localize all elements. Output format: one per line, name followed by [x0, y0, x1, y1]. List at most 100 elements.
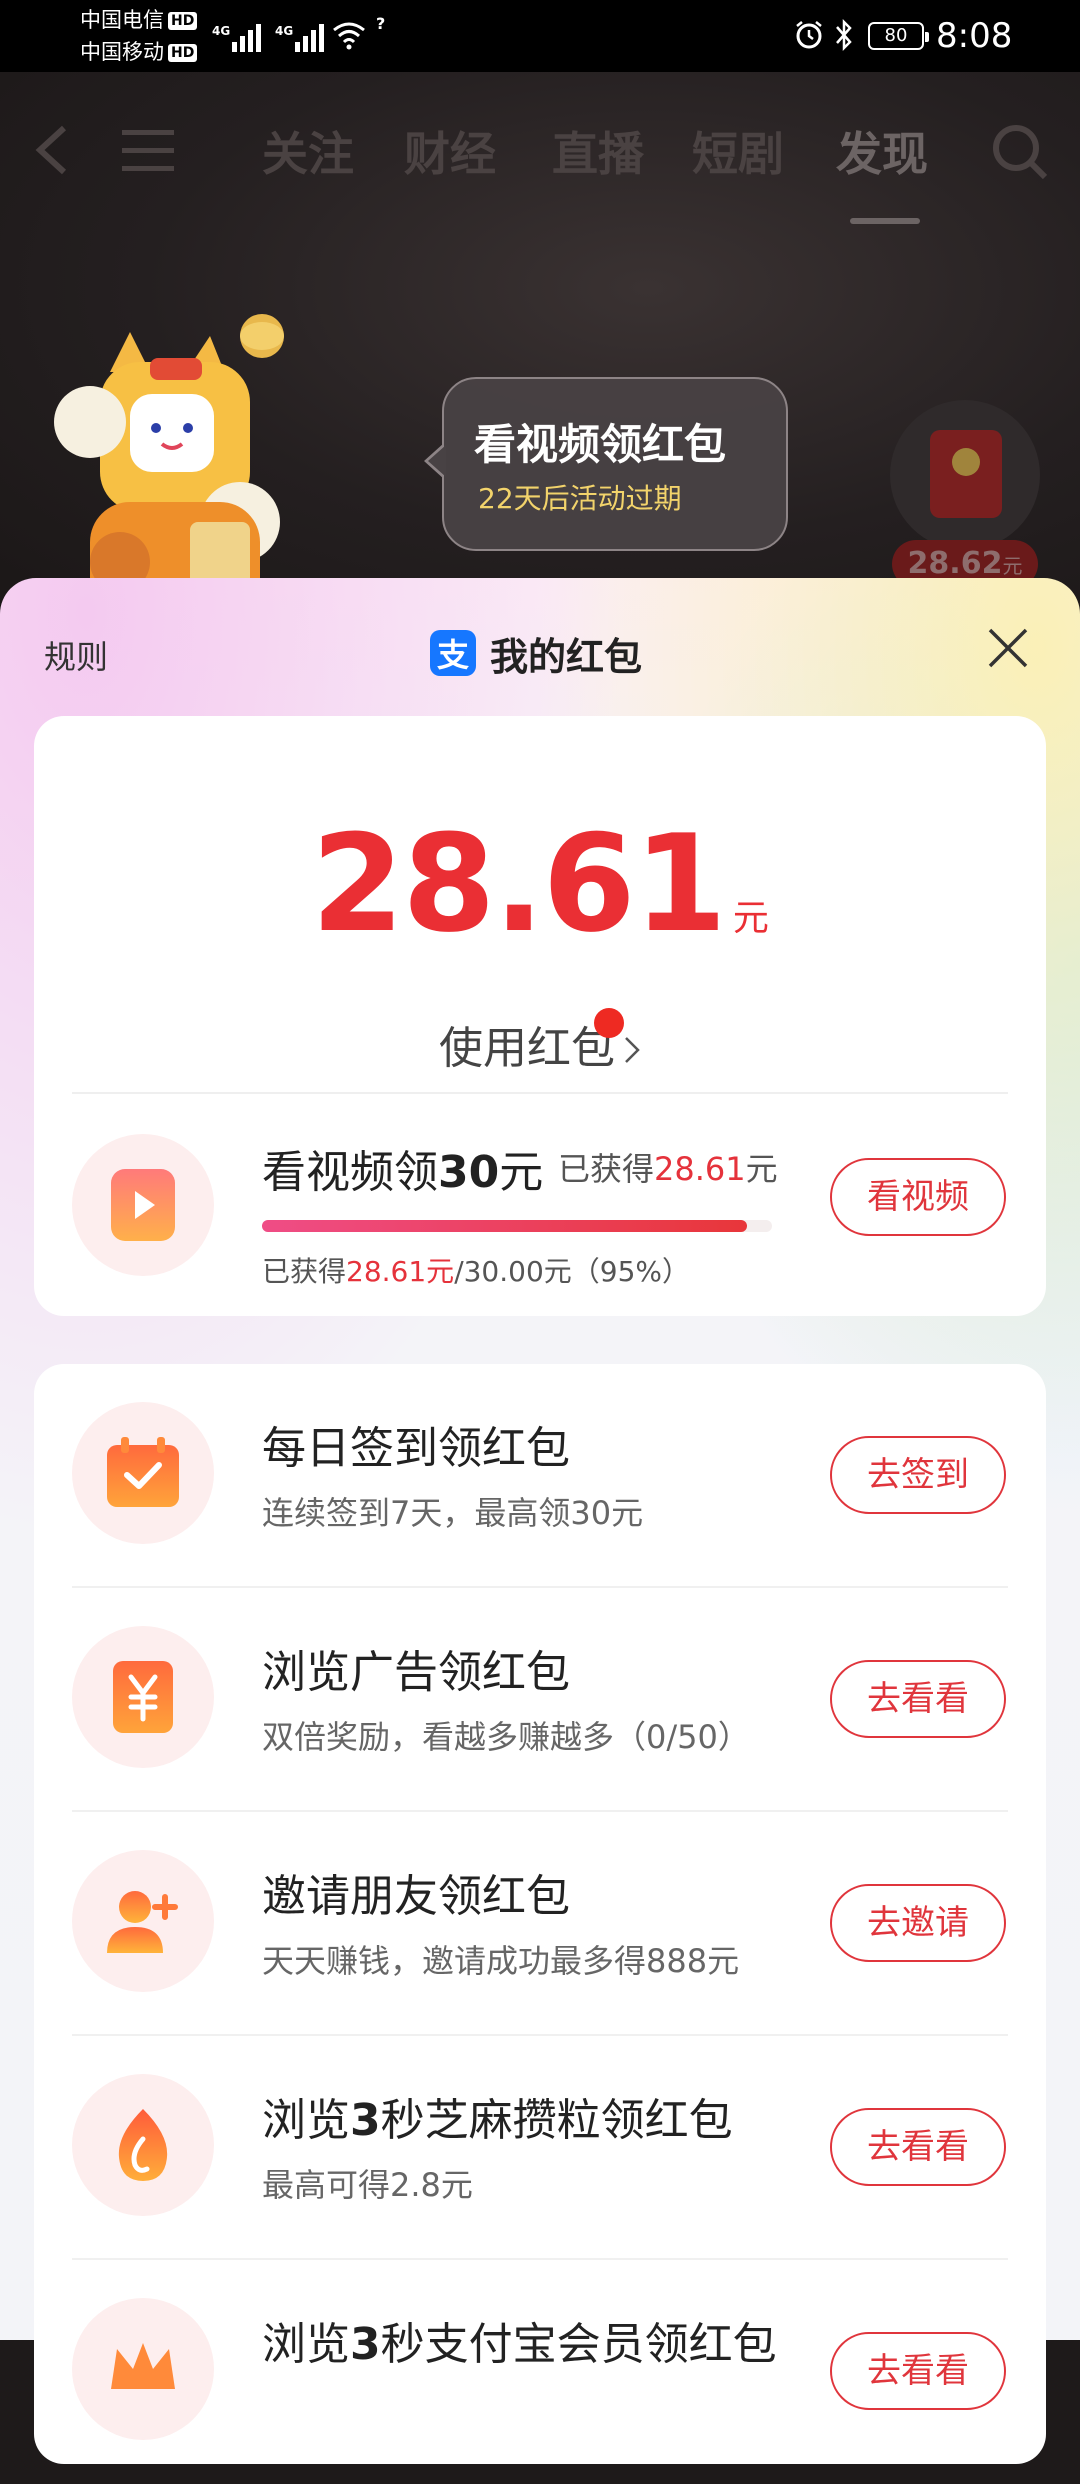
signal-group: 4G 4G — [212, 16, 324, 52]
task-row-browse-ads: 浏览广告领红包 双倍奖励，看越多赚越多（0/50） 去看看 — [34, 1588, 1046, 1812]
task-row-checkin: 每日签到领红包 连续签到7天，最高领30元 去签到 — [34, 1364, 1046, 1588]
carrier-primary: 中国电信 HD — [80, 8, 198, 32]
video-task-title: 看视频领30元 — [262, 1136, 543, 1200]
video-task-progress-text: 已获得28.61元/30.00元（95%） — [262, 1250, 690, 1290]
member-browse-button[interactable]: 去看看 — [830, 2332, 1006, 2410]
search-icon[interactable] — [990, 122, 1050, 182]
wifi-icon — [333, 22, 365, 50]
task-title: 浏览广告领红包 — [262, 1636, 570, 1700]
progress-prefix: 已获得 — [262, 1255, 347, 1288]
status-bar: 中国电信 HD 中国移动 HD 4G 4G ? 80 8:08 — [0, 0, 1080, 72]
tasks-card: 每日签到领红包 连续签到7天，最高领30元 去签到 浏览广告领红包 双倍奖励，看… — [34, 1364, 1046, 2464]
task-title: 每日签到领红包 — [262, 1412, 570, 1476]
task-title-part-1: 浏览 — [262, 2319, 350, 2370]
rules-link[interactable]: 规则 — [44, 632, 108, 678]
tab-following[interactable]: 关注 — [262, 118, 354, 184]
bluetooth-icon — [836, 18, 852, 52]
close-icon[interactable] — [986, 626, 1030, 670]
video-task-title-amount: 30 — [438, 1147, 500, 1198]
progress-rest: /30.00元（95%） — [454, 1255, 691, 1288]
hd-badge: HD — [168, 44, 198, 62]
video-task-icon-wrap — [72, 1134, 214, 1276]
carrier-1-label: 中国电信 — [80, 8, 164, 32]
task-desc: 连续签到7天，最高领30元 — [262, 1494, 644, 1532]
member-icon-wrap — [72, 2298, 214, 2440]
background-video-page: 关注 财经 直播 短剧 发现 看视频领红包 22天后活动过期 28.62元 — [0, 72, 1080, 622]
tab-live[interactable]: 直播 — [552, 118, 644, 184]
signal-strength-icon: 4G — [212, 24, 261, 52]
checkin-button[interactable]: 去签到 — [830, 1436, 1006, 1514]
task-title-text: 邀请朋友领红包 — [262, 1871, 570, 1922]
tab-discover[interactable]: 发现 — [836, 118, 928, 184]
checkin-icon-wrap — [72, 1402, 214, 1544]
battery-icon: 80 — [868, 22, 929, 50]
video-task-earned: 已获得28.61元 — [558, 1144, 778, 1190]
promo-expiry: 22天后活动过期 — [478, 482, 682, 515]
play-video-icon — [111, 1169, 175, 1241]
clock: 8:08 — [936, 16, 1013, 56]
member-crown-icon — [111, 2343, 175, 2389]
task-desc: 天天赚钱，邀请成功最多得888元 — [262, 1942, 740, 1980]
carrier-secondary: 中国移动 HD — [80, 40, 198, 64]
balance-row: 28.61 元 — [34, 806, 1046, 962]
sheet-title: 我的红包 — [490, 634, 643, 679]
earned-suffix: 元 — [745, 1150, 778, 1188]
task-title: 邀请朋友领红包 — [262, 1860, 570, 1924]
task-title: 浏览3秒支付宝会员领红包 — [262, 2308, 777, 2372]
red-packet-sheet: 规则 支 我的红包 28.61 元 使用红包 看视频领30元 已获得28.61元 … — [0, 578, 1080, 2464]
corner-amount-unit: 元 — [1002, 554, 1023, 578]
task-title-part-3: 秒芝麻攒粒领红包 — [380, 2095, 733, 2146]
add-friend-icon — [107, 1891, 178, 1953]
hd-badge: HD — [168, 12, 198, 30]
network-type-label: 4G — [212, 24, 231, 38]
menu-icon[interactable] — [120, 128, 176, 172]
use-red-packet-link[interactable]: 使用红包 — [34, 1012, 1046, 1076]
top-nav: 关注 财经 直播 短剧 发现 — [0, 112, 1080, 224]
task-row-member: 浏览3秒支付宝会员领红包 去看看 — [34, 2260, 1046, 2484]
task-title-text: 浏览广告领红包 — [262, 1647, 570, 1698]
task-row-invite: 邀请朋友领红包 天天赚钱，邀请成功最多得888元 去邀请 — [34, 1812, 1046, 2036]
task-desc: 最高可得2.8元 — [262, 2166, 473, 2204]
calendar-check-icon — [107, 1437, 179, 1507]
back-icon[interactable] — [30, 120, 76, 180]
chevron-right-icon — [625, 1037, 640, 1063]
alarm-icon — [796, 21, 822, 49]
corner-amount-value: 28.62 — [907, 546, 1003, 581]
video-task-title-suffix: 元 — [499, 1147, 544, 1198]
red-envelope-icon — [930, 430, 1002, 518]
task-title-part-1: 浏览 — [262, 2095, 350, 2146]
invite-button[interactable]: 去邀请 — [830, 1884, 1006, 1962]
balance-card: 28.61 元 使用红包 看视频领30元 已获得28.61元 已获得28.61元/… — [34, 716, 1046, 1316]
video-task-progress-bar — [262, 1220, 772, 1232]
video-task-title-prefix: 看视频领 — [262, 1147, 438, 1198]
progress-earned: 28.61元 — [346, 1255, 455, 1288]
tab-finance[interactable]: 财经 — [404, 118, 496, 184]
use-red-packet-label: 使用红包 — [439, 1023, 615, 1074]
invite-icon-wrap — [72, 1850, 214, 1992]
balance-amount: 28.61 — [311, 806, 727, 962]
watch-video-button[interactable]: 看视频 — [830, 1158, 1006, 1236]
task-title: 浏览3秒芝麻攒粒领红包 — [262, 2084, 733, 2148]
sesame-flame-icon — [118, 2109, 168, 2181]
active-tab-indicator — [850, 218, 920, 224]
browse-ads-button[interactable]: 去看看 — [830, 1660, 1006, 1738]
earned-prefix: 已获得 — [558, 1150, 655, 1188]
signal-strength-icon: 4G — [275, 24, 324, 52]
task-row-sesame: 浏览3秒芝麻攒粒领红包 最高可得2.8元 去看看 — [34, 2036, 1046, 2260]
tab-short-drama[interactable]: 短剧 — [692, 118, 784, 184]
network-type-label: 4G — [275, 24, 294, 38]
sheet-header: 支 我的红包 — [430, 628, 643, 679]
video-task-progress-fill — [262, 1220, 747, 1232]
task-title-part-2: 3 — [350, 2095, 381, 2146]
promo-title: 看视频领红包 — [474, 420, 727, 469]
sesame-browse-button[interactable]: 去看看 — [830, 2108, 1006, 2186]
task-title-part-3: 秒支付宝会员领红包 — [380, 2319, 777, 2370]
yuan-coupon-icon — [113, 1661, 173, 1733]
task-desc: 双倍奖励，看越多赚越多（0/50） — [262, 1718, 750, 1756]
earned-amount: 28.61 — [654, 1150, 746, 1188]
promo-bubble[interactable]: 看视频领红包 22天后活动过期 — [424, 377, 788, 551]
ads-icon-wrap — [72, 1626, 214, 1768]
task-title-text: 每日签到领红包 — [262, 1423, 570, 1474]
lucky-cat-mascot-icon — [54, 314, 284, 622]
task-title-part-2: 3 — [350, 2319, 381, 2370]
